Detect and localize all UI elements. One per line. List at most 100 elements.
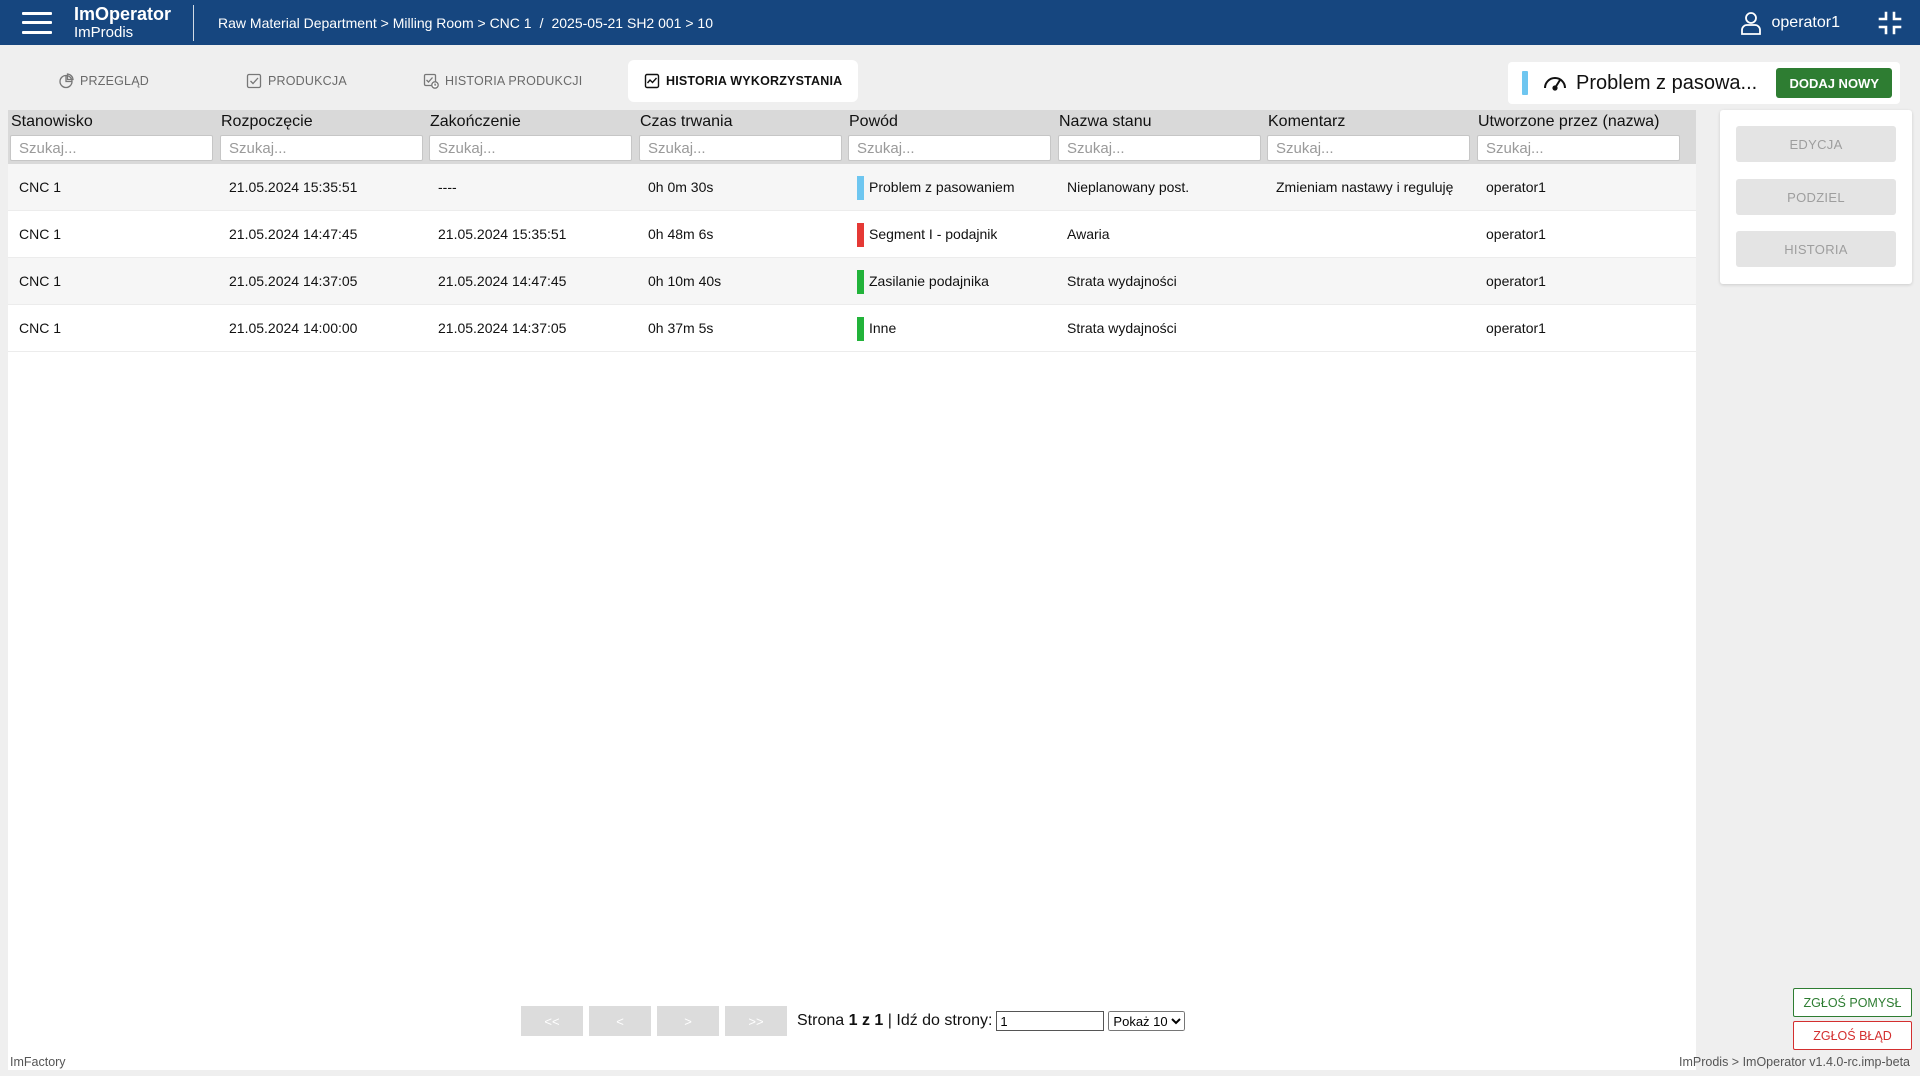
table-row[interactable]: CNC 1 21.05.2024 14:00:00 21.05.2024 14:…	[8, 305, 1696, 352]
duration-cell: 0h 10m 40s	[648, 273, 722, 289]
column-comment: Komentarz	[1265, 110, 1470, 161]
column-header[interactable]: Czas trwania	[637, 110, 842, 134]
column-state-name: Nazwa stanu	[1056, 110, 1261, 161]
state-name-filter-input[interactable]	[1058, 135, 1261, 161]
breadcrumb: Raw Material Department > Milling Room >…	[218, 15, 713, 31]
table-body: CNC 1 21.05.2024 15:35:51 ---- 0h 0m 30s…	[8, 164, 1696, 352]
usage-chart-icon	[644, 73, 660, 89]
column-header[interactable]: Nazwa stanu	[1056, 110, 1261, 134]
goto-label: | Idź do strony:	[887, 1012, 993, 1029]
station-cell: CNC 1	[19, 226, 62, 242]
split-button[interactable]: PODZIEL	[1736, 179, 1896, 215]
comment-cell: Zmieniam nastawy i reguluję	[1276, 179, 1454, 195]
exit-fullscreen-icon[interactable]	[1878, 11, 1902, 35]
first-page-button[interactable]: <<	[521, 1006, 583, 1036]
column-header[interactable]: Zakończenie	[427, 110, 632, 134]
duration-filter-input[interactable]	[639, 135, 842, 161]
table-row[interactable]: CNC 1 21.05.2024 15:35:51 ---- 0h 0m 30s…	[8, 164, 1696, 211]
reason-color-swatch	[857, 269, 864, 294]
tab-usage-history[interactable]: HISTORIA WYKORZYSTANIA	[628, 60, 859, 102]
brand: ImOperator ImProdis	[74, 4, 171, 42]
history-button[interactable]: HISTORIA	[1736, 231, 1896, 267]
of-label: z	[861, 1012, 870, 1029]
created-by-filter-input[interactable]	[1477, 135, 1680, 161]
username: operator1	[1771, 13, 1841, 31]
duration-cell: 0h 48m 6s	[648, 226, 714, 242]
state-name-cell: Nieplanowany post.	[1067, 179, 1190, 195]
goto-page-input[interactable]	[996, 1011, 1105, 1031]
app-name: ImOperator	[74, 3, 172, 24]
end-cell: ----	[438, 179, 457, 195]
add-new-button[interactable]: DODAJ NOWY	[1776, 68, 1892, 98]
user-icon	[1740, 11, 1761, 35]
reason-color-swatch	[857, 316, 864, 341]
page-info: Strona 1 z 1 | Idź do strony:	[797, 1012, 992, 1030]
last-page-button[interactable]: >>	[725, 1006, 787, 1036]
column-header[interactable]: Stanowisko	[8, 110, 213, 134]
breadcrumb-path[interactable]: Raw Material Department > Milling Room >…	[218, 15, 532, 31]
column-reason: Powód	[846, 110, 1051, 161]
prev-page-button[interactable]: <	[589, 1006, 651, 1036]
table-header: Stanowisko Rozpoczęcie Zakończenie Czas …	[8, 110, 1696, 164]
tab-production[interactable]: PRODUKCJA	[246, 60, 347, 102]
reason-color-swatch	[857, 175, 864, 200]
reason-filter-input[interactable]	[848, 135, 1051, 161]
state-name-cell: Strata wydajności	[1067, 320, 1177, 336]
reason-color-swatch	[857, 222, 864, 247]
usage-history-table: Stanowisko Rozpoczęcie Zakończenie Czas …	[8, 110, 1696, 1070]
report-idea-button[interactable]: ZGŁOŚ POMYSŁ	[1793, 988, 1912, 1017]
table-row[interactable]: CNC 1 21.05.2024 14:37:05 21.05.2024 14:…	[8, 258, 1696, 305]
current-state-text[interactable]: Problem z pasowa...	[1576, 72, 1757, 95]
breadcrumb-shift[interactable]: 2025-05-21 SH2 001 > 10	[551, 15, 713, 31]
menu-icon[interactable]	[22, 11, 52, 34]
reason-cell: Zasilanie podajnika	[857, 258, 989, 305]
current-page: 1	[848, 1012, 858, 1029]
duration-cell: 0h 37m 5s	[648, 320, 714, 336]
pagination: << < > >> Strona 1 z 1 | Idź do strony: …	[521, 1006, 1186, 1036]
reason-text: Segment I - podajnik	[869, 226, 998, 242]
reason-text: Zasilanie podajnika	[869, 273, 989, 289]
tab-overview-label: PRZEGLĄD	[80, 74, 149, 88]
action-panel: EDYCJA PODZIEL HISTORIA	[1720, 110, 1912, 284]
start-cell: 21.05.2024 14:47:45	[229, 226, 358, 242]
column-header[interactable]: Rozpoczęcie	[218, 110, 423, 134]
footer-company: ImFactory	[10, 1055, 66, 1069]
station-cell: CNC 1	[19, 179, 62, 195]
speedometer-icon	[1544, 77, 1566, 91]
column-header[interactable]: Utworzone przez (nazwa)	[1475, 110, 1680, 134]
pie-chart-icon	[59, 73, 74, 89]
state-name-cell: Strata wydajności	[1067, 273, 1177, 289]
history-checklist-icon	[423, 73, 439, 89]
column-end: Zakończenie	[427, 110, 632, 161]
checkbox-icon	[246, 73, 262, 89]
comment-filter-input[interactable]	[1267, 135, 1470, 161]
duration-cell: 0h 0m 30s	[648, 179, 714, 195]
end-cell: 21.05.2024 15:35:51	[438, 226, 567, 242]
tab-production-history[interactable]: HISTORIA PRODUKCJI	[423, 60, 582, 102]
column-duration: Czas trwania	[637, 110, 842, 161]
page-size-select[interactable]: Pokaż 10	[1108, 1011, 1186, 1031]
user-menu[interactable]: operator1	[1740, 0, 1841, 45]
tab-overview[interactable]: PRZEGLĄD	[58, 60, 149, 102]
edit-button[interactable]: EDYCJA	[1736, 126, 1896, 162]
report-bug-button[interactable]: ZGŁOŚ BŁĄD	[1793, 1021, 1912, 1050]
column-header[interactable]: Komentarz	[1265, 110, 1470, 134]
station-cell: CNC 1	[19, 320, 62, 336]
header-divider	[193, 4, 195, 41]
column-station: Stanowisko	[8, 110, 213, 161]
column-header[interactable]: Powód	[846, 110, 1051, 134]
next-page-button[interactable]: >	[657, 1006, 719, 1036]
reason-cell: Segment I - podajnik	[857, 211, 997, 258]
created-by-cell: operator1	[1486, 273, 1546, 289]
state-color-indicator	[1522, 71, 1528, 95]
table-row[interactable]: CNC 1 21.05.2024 14:47:45 21.05.2024 15:…	[8, 211, 1696, 258]
station-cell: CNC 1	[19, 273, 62, 289]
start-filter-input[interactable]	[220, 135, 423, 161]
start-cell: 21.05.2024 14:00:00	[229, 320, 358, 336]
created-by-cell: operator1	[1486, 320, 1546, 336]
column-created-by: Utworzone przez (nazwa)	[1475, 110, 1680, 161]
end-filter-input[interactable]	[429, 135, 632, 161]
station-filter-input[interactable]	[10, 135, 213, 161]
column-start: Rozpoczęcie	[218, 110, 423, 161]
start-cell: 21.05.2024 14:37:05	[229, 273, 358, 289]
